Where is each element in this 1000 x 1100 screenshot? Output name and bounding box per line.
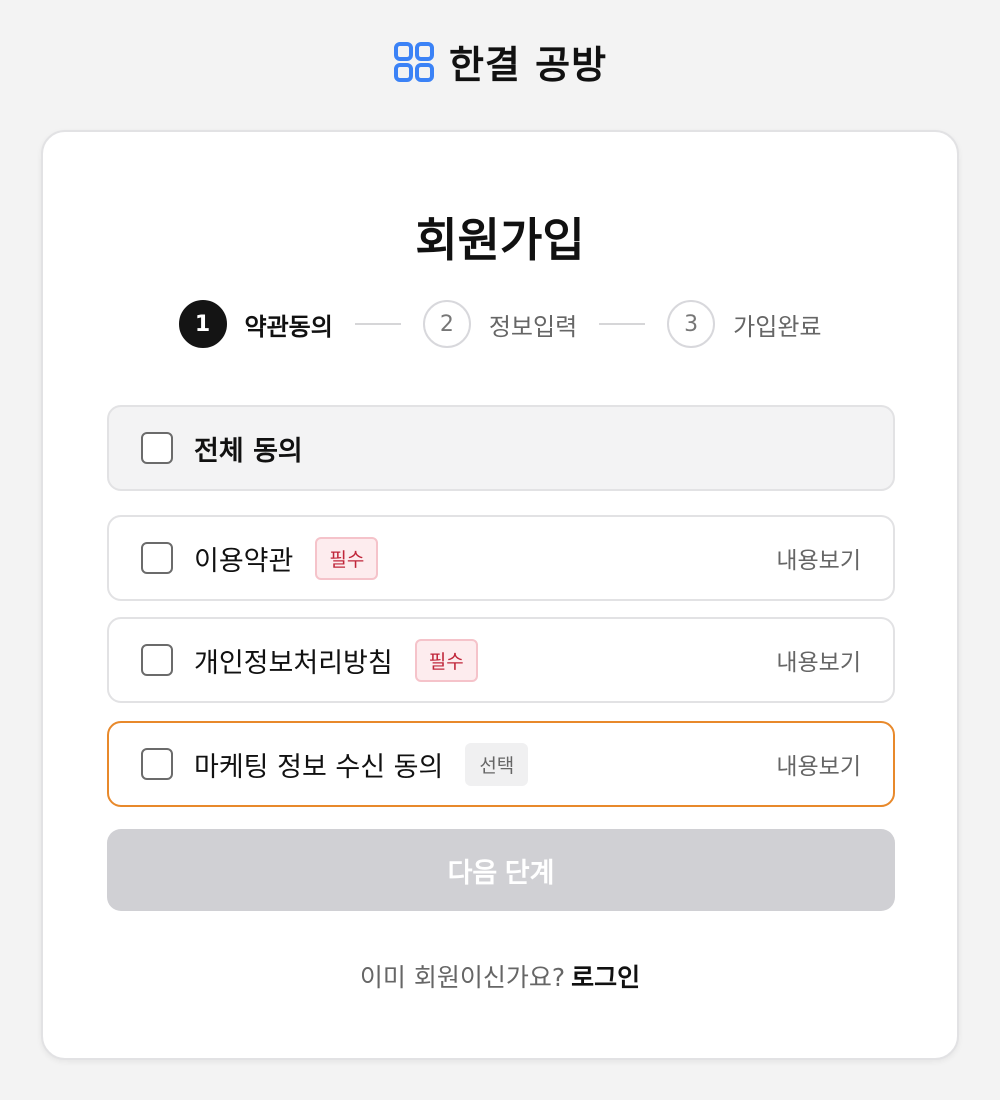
marketing-consent-view-link[interactable]: 내용보기 — [776, 747, 861, 781]
required-badge: 필수 — [414, 638, 478, 682]
step-3: 3 가입완료 — [667, 300, 821, 348]
terms-of-service-label: 이용약관 — [194, 545, 294, 577]
privacy-policy-view-link[interactable]: 내용보기 — [776, 643, 861, 677]
step-3-number: 3 — [667, 300, 716, 348]
marketing-consent-checkbox[interactable] — [141, 748, 173, 780]
login-prompt: 이미 회원이신가요? 로그인 — [43, 958, 957, 994]
optional-badge: 선택 — [465, 742, 529, 786]
grid-logo-icon — [393, 41, 434, 82]
brand-name: 한결 공방 — [448, 43, 608, 87]
step-3-label: 가입완료 — [733, 312, 822, 341]
terms-of-service-checkbox[interactable] — [141, 542, 173, 574]
step-1-label: 약관동의 — [244, 312, 333, 341]
next-step-button[interactable]: 다음 단계 — [107, 829, 895, 911]
login-link[interactable]: 로그인 — [571, 963, 640, 992]
required-badge: 필수 — [315, 536, 379, 580]
marketing-consent-label: 마케팅 정보 수신 동의 — [194, 751, 444, 783]
step-indicator: 1 약관동의 2 정보입력 3 가입완료 — [43, 300, 957, 348]
step-divider — [599, 323, 646, 325]
step-2: 2 정보입력 — [422, 300, 578, 348]
terms-of-service-view-link[interactable]: 내용보기 — [776, 541, 861, 575]
agree-all-checkbox[interactable] — [141, 432, 173, 464]
marketing-consent-row[interactable]: 마케팅 정보 수신 동의 선택 내용보기 — [107, 721, 895, 807]
privacy-policy-row[interactable]: 개인정보처리방침 필수 내용보기 — [107, 617, 895, 703]
signup-card: 회원가입 1 약관동의 2 정보입력 3 가입완료 전체 동의 이용약관 필수 … — [41, 130, 959, 1060]
step-1-number: 1 — [178, 300, 227, 348]
step-divider — [354, 323, 401, 325]
step-1: 1 약관동의 — [178, 300, 333, 348]
privacy-policy-checkbox[interactable] — [141, 644, 173, 676]
page-title: 회원가입 — [415, 213, 585, 267]
terms-of-service-row[interactable]: 이용약관 필수 내용보기 — [107, 515, 895, 601]
privacy-policy-label: 개인정보처리방침 — [194, 647, 393, 679]
step-2-number: 2 — [422, 300, 471, 348]
step-2-label: 정보입력 — [488, 312, 578, 341]
login-prompt-text: 이미 회원이신가요? — [359, 963, 566, 992]
agree-all-label: 전체 동의 — [194, 435, 303, 467]
agree-all-row[interactable]: 전체 동의 — [107, 405, 895, 491]
brand-header: 한결 공방 — [0, 34, 1000, 89]
